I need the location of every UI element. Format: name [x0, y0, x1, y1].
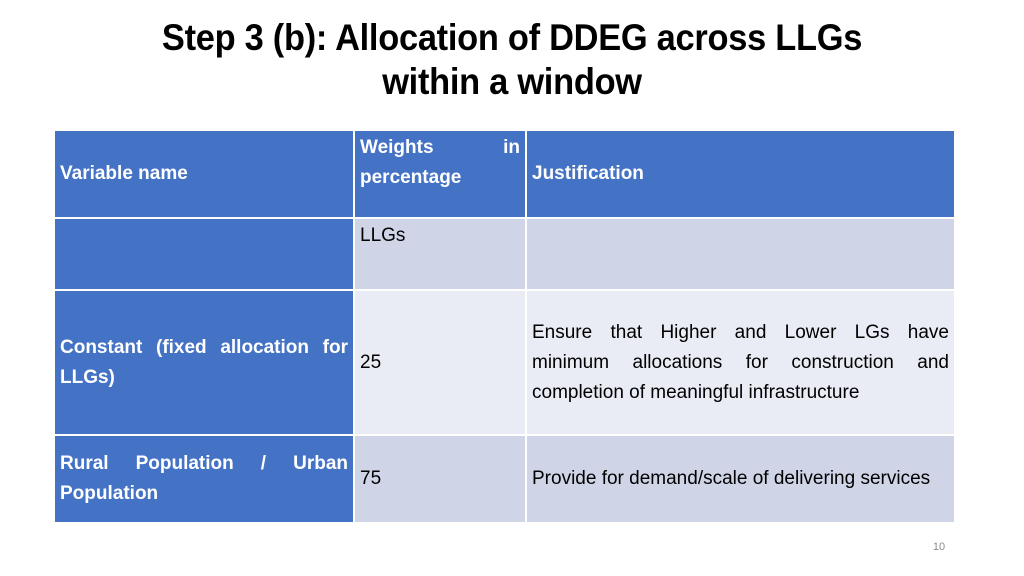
table-header-row: Variable name Weights in percentage Just… [53, 129, 956, 219]
allocation-table: Variable name Weights in percentage Just… [53, 129, 956, 524]
cell-weight: LLGs [353, 217, 527, 291]
table-row: LLGs [53, 217, 956, 291]
cell-justification: Ensure that Higher and Lower LGs have mi… [525, 289, 956, 436]
slide-title-line-2: within a window [382, 61, 642, 102]
slide-title: Step 3 (b): Allocation of DDEG across LL… [36, 16, 988, 104]
cell-variable: Rural Population / Urban Population [53, 434, 355, 524]
header-weights-word-2: in [503, 137, 520, 158]
table-row: Constant (fixed allocation for LLGs) 25 … [53, 289, 956, 436]
header-weights-word-1: Weights [360, 137, 434, 158]
header-justification: Justification [525, 129, 956, 219]
header-weights: Weights in percentage [353, 129, 527, 219]
header-variable-name: Variable name [53, 129, 355, 219]
cell-justification: Provide for demand/scale of delivering s… [525, 434, 956, 524]
cell-justification [525, 217, 956, 291]
slide-title-line-1: Step 3 (b): Allocation of DDEG across LL… [161, 17, 863, 58]
cell-variable [53, 217, 355, 291]
cell-weight: 25 [353, 289, 527, 436]
page-number: 10 [932, 541, 946, 553]
header-weights-line-2: percentage [360, 167, 462, 188]
table-row: Rural Population / Urban Population 75 P… [53, 434, 956, 524]
cell-variable: Constant (fixed allocation for LLGs) [53, 289, 355, 436]
cell-weight: 75 [353, 434, 527, 524]
